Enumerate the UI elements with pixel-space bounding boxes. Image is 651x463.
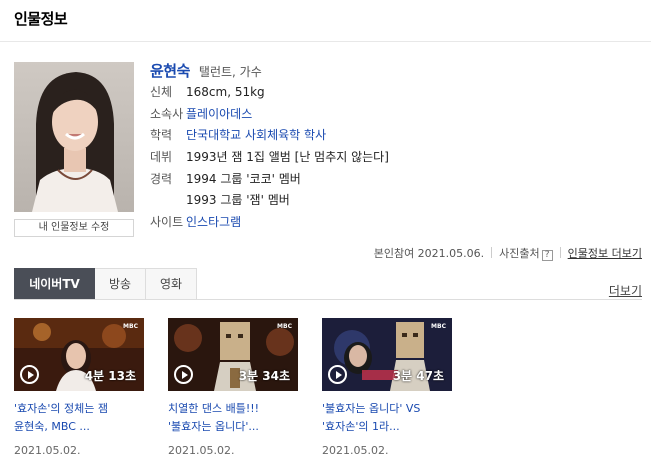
- play-icon[interactable]: [174, 365, 193, 384]
- agency-link[interactable]: 플레이아데스: [186, 107, 252, 121]
- video-duration: 3분 34초: [238, 369, 290, 383]
- info-row-debut: 데뷔 1993년 잼 1집 앨범 [난 멈추지 않는다]: [150, 146, 389, 168]
- info-label-education: 학력: [150, 128, 173, 142]
- education-link[interactable]: 단국대학교 사회체육학 학사: [186, 128, 326, 142]
- info-label-agency: 소속사: [150, 107, 184, 121]
- tab-broadcast[interactable]: 방송: [95, 268, 146, 300]
- tab-navertv[interactable]: 네이버TV: [14, 268, 95, 300]
- video-thumbnail[interactable]: MBC 3분 34초: [168, 318, 298, 391]
- info-value-body: 168cm, 51kg: [186, 85, 265, 99]
- participation-date: 본인참여 2021.05.06.: [373, 247, 485, 260]
- tab-underline: [14, 299, 642, 300]
- info-label-debut: 데뷔: [150, 150, 173, 164]
- video-date: 2021.05.02.: [14, 444, 81, 457]
- info-row-body: 신체 168cm, 51kg: [150, 81, 265, 103]
- video-duration: 3분 47초: [392, 369, 444, 383]
- channel-logo: MBC: [277, 323, 292, 330]
- profile-meta-line: 본인참여 2021.05.06. 사진출처? 인물정보 더보기: [374, 245, 642, 261]
- info-row-career-2: 1993 그룹 '잼' 멤버: [150, 189, 290, 211]
- photo-source-label: 사진출처: [499, 247, 540, 260]
- info-value-career-1: 1994 그룹 '코코' 멤버: [186, 172, 301, 186]
- video-title[interactable]: '효자손'의 정체는 잼 윤현숙, MBC ...: [14, 400, 144, 436]
- tab-movie[interactable]: 영화: [146, 268, 197, 300]
- video-date: 2021.05.02.: [168, 444, 235, 457]
- title-divider: [0, 41, 651, 42]
- profile-photo[interactable]: [14, 62, 134, 212]
- info-row-career: 경력 1994 그룹 '코코' 멤버: [150, 168, 301, 190]
- instagram-link[interactable]: 인스타그램: [186, 215, 241, 229]
- media-tabs: 네이버TV 방송 영화: [14, 268, 197, 300]
- channel-logo: MBC: [431, 323, 446, 330]
- meta-separator: [491, 247, 493, 258]
- channel-logo: MBC: [123, 323, 138, 330]
- info-row-education: 학력 단국대학교 사회체육학 학사: [150, 124, 326, 146]
- video-title[interactable]: '불효자는 옵니다' VS '효자손'의 1라...: [322, 400, 452, 436]
- video-thumbnail[interactable]: MBC 4분 13초: [14, 318, 144, 391]
- video-card[interactable]: MBC 3분 34초 치열한 댄스 배틀!!! '불효자는 옵니다'... 20…: [168, 318, 298, 457]
- video-card[interactable]: MBC 3분 47초 '불효자는 옵니다' VS '효자손'의 1라... 20…: [322, 318, 452, 457]
- video-card[interactable]: MBC 4분 13초 '효자손'의 정체는 잼 윤현숙, MBC ... 202…: [14, 318, 144, 457]
- play-icon[interactable]: [328, 365, 347, 384]
- person-role: 탤런트, 가수: [198, 65, 262, 79]
- play-icon[interactable]: [20, 365, 39, 384]
- video-date: 2021.05.02.: [322, 444, 389, 457]
- video-duration: 4분 13초: [84, 369, 136, 383]
- tabs-more-link[interactable]: 더보기: [609, 282, 642, 299]
- meta-separator-2: [559, 247, 561, 258]
- video-thumbnail[interactable]: MBC 3분 47초: [322, 318, 452, 391]
- edit-profile-button[interactable]: 내 인물정보 수정: [14, 219, 134, 237]
- info-value-debut: 1993년 잼 1집 앨범 [난 멈추지 않는다]: [186, 150, 389, 164]
- name-row: 윤현숙 탤런트, 가수: [150, 60, 262, 81]
- video-title[interactable]: 치열한 댄스 배틀!!! '불효자는 옵니다'...: [168, 400, 298, 436]
- profile-more-link[interactable]: 인물정보 더보기: [568, 247, 642, 260]
- info-label-site: 사이트: [150, 215, 184, 229]
- info-row-agency: 소속사 플레이아데스: [150, 103, 252, 125]
- section-title: 인물정보: [14, 10, 68, 28]
- info-label-career: 경력: [150, 172, 173, 186]
- info-row-site: 사이트 인스타그램: [150, 211, 241, 233]
- help-icon[interactable]: ?: [541, 250, 553, 261]
- info-label-body: 신체: [150, 85, 173, 99]
- person-portrait-image: [14, 62, 134, 212]
- info-value-career-2: 1993 그룹 '잼' 멤버: [186, 193, 290, 207]
- person-name[interactable]: 윤현숙: [150, 62, 190, 80]
